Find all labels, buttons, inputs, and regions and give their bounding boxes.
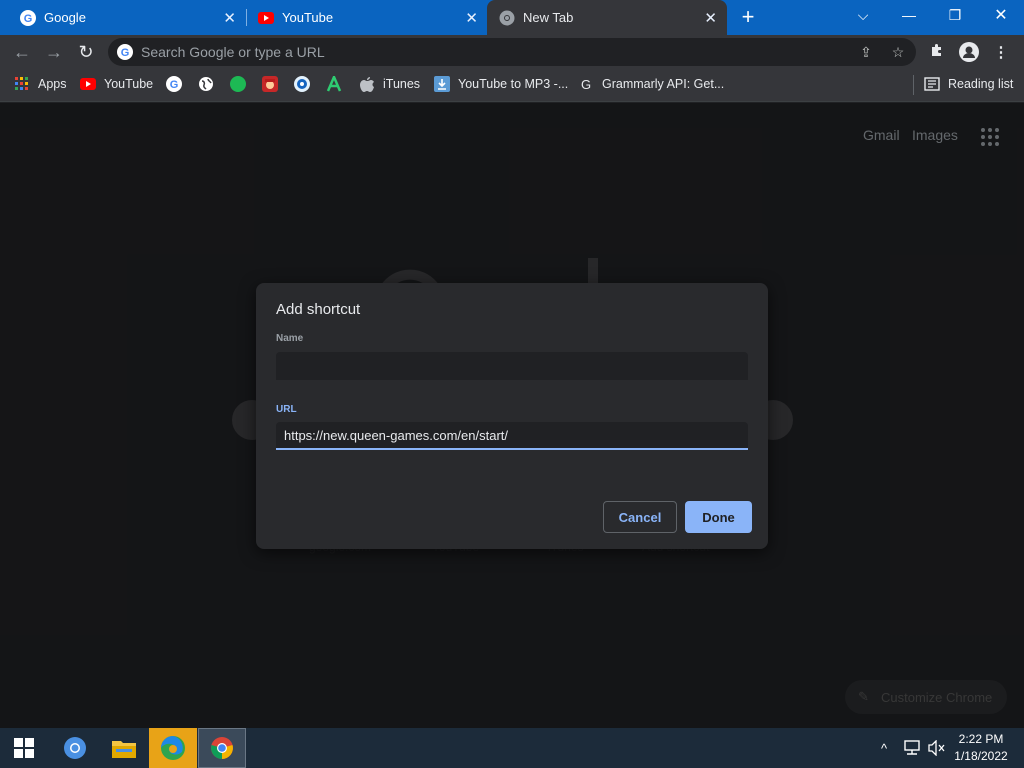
bookmarks-divider xyxy=(913,75,914,95)
tab-title: New Tab xyxy=(523,10,574,25)
address-input[interactable] xyxy=(141,43,821,61)
tab-title: YouTube xyxy=(282,10,334,25)
google-icon: G xyxy=(117,44,133,65)
youtube-icon xyxy=(258,10,274,26)
svg-text:G: G xyxy=(170,79,179,91)
url-field[interactable] xyxy=(276,422,748,450)
close-icon[interactable]: ✕ xyxy=(978,0,1024,30)
restore-icon[interactable]: ❐ xyxy=(932,0,978,30)
file-explorer-icon[interactable] xyxy=(100,728,148,768)
forward-arrow-icon[interactable]: → xyxy=(42,40,66,64)
back-arrow-icon[interactable]: ← xyxy=(10,40,34,64)
chrome-icon[interactable] xyxy=(198,728,246,768)
apple-icon xyxy=(359,76,375,92)
tab-new-tab[interactable]: New Tab ✕ xyxy=(487,0,727,35)
tab-close-icon[interactable]: ✕ xyxy=(465,9,478,27)
windows-start-icon[interactable] xyxy=(0,728,48,768)
tab-close-icon[interactable]: ✕ xyxy=(223,9,236,27)
clock-date: 1/18/2022 xyxy=(954,749,1008,763)
done-button[interactable]: Done xyxy=(685,501,752,533)
reload-icon[interactable]: ↻ xyxy=(74,40,98,64)
bookmark-youtube[interactable]: YouTube xyxy=(80,69,153,99)
bookmark-grammarly[interactable]: G Grammarly API: Get... xyxy=(578,69,724,99)
chevron-up-icon[interactable]: ^ xyxy=(881,728,887,768)
edge-icon[interactable] xyxy=(149,728,197,768)
dialog-title: Add shortcut xyxy=(276,301,361,318)
tab-close-icon[interactable]: ✕ xyxy=(704,9,717,27)
bookmarks-bar: Apps YouTube G iTunes YouTube to MP3 -..… xyxy=(0,69,1024,102)
minimize-icon[interactable]: — xyxy=(886,0,932,30)
bookmark-label: Grammarly API: Get... xyxy=(602,77,725,91)
bookmark-label: YouTube to MP3 -... xyxy=(458,77,569,91)
url-label: URL xyxy=(276,404,297,415)
bookmark-google[interactable]: G xyxy=(166,69,190,99)
cancel-button[interactable]: Cancel xyxy=(603,501,677,533)
windows-taskbar: ^ 2:22 PM 1/18/2022 xyxy=(0,728,1024,768)
system-clock[interactable]: 2:22 PM 1/18/2022 xyxy=(948,731,1014,765)
youtube-icon xyxy=(80,76,96,92)
bookmark-blue-app[interactable] xyxy=(294,69,318,99)
omnibox[interactable]: G ⇪ ☆ xyxy=(108,38,916,66)
globe-icon xyxy=(198,76,214,92)
profile-avatar-icon[interactable] xyxy=(958,42,980,64)
svg-text:G: G xyxy=(581,77,591,92)
green-circle-icon xyxy=(230,76,246,92)
name-label: Name xyxy=(276,333,304,344)
share-icon[interactable]: ⇪ xyxy=(856,42,876,62)
bookmark-label: Apps xyxy=(38,77,67,91)
bookmark-label: YouTube xyxy=(104,77,154,91)
grammarly-icon: G xyxy=(578,76,594,92)
clock-time: 2:22 PM xyxy=(958,732,1004,746)
blue-app-icon xyxy=(294,76,310,92)
mario-icon xyxy=(262,76,278,92)
svg-text:G: G xyxy=(24,13,33,25)
apps-grid-icon xyxy=(14,76,30,92)
tab-strip: G Google ✕ YouTube ✕ New Tab ✕ + ⌵ — ❐ ✕ xyxy=(0,0,1024,35)
google-icon: G xyxy=(166,76,182,92)
add-shortcut-dialog: Add shortcut Name URL Cancel Done xyxy=(256,283,768,549)
reading-list-icon xyxy=(924,76,940,92)
tab-google[interactable]: G Google ✕ xyxy=(0,0,246,35)
kebab-menu-icon[interactable]: ⋮ xyxy=(990,42,1012,64)
google-icon: G xyxy=(20,9,36,26)
tab-title: Google xyxy=(44,10,86,25)
extensions-puzzle-icon[interactable] xyxy=(926,42,948,64)
bookmark-green-a[interactable] xyxy=(326,69,350,99)
bookmark-globe[interactable] xyxy=(198,69,222,99)
bookmark-label: iTunes xyxy=(383,77,421,91)
bookmark-apps[interactable]: Apps xyxy=(14,69,67,99)
svg-text:G: G xyxy=(121,47,130,59)
reading-list-label: Reading list xyxy=(948,77,1014,91)
bookmark-green[interactable] xyxy=(230,69,254,99)
network-icon[interactable] xyxy=(903,728,921,768)
bookmark-star-icon[interactable]: ☆ xyxy=(888,42,908,62)
chromium-icon[interactable] xyxy=(51,728,99,768)
bookmark-mario[interactable] xyxy=(262,69,286,99)
tab-youtube[interactable]: YouTube ✕ xyxy=(238,0,488,35)
chrome-icon xyxy=(499,10,515,26)
new-tab-plus-icon[interactable]: + xyxy=(736,5,760,29)
volume-muted-icon[interactable] xyxy=(928,728,946,768)
green-a-icon xyxy=(326,76,342,92)
reading-list[interactable]: Reading list xyxy=(924,69,1013,99)
download-icon xyxy=(434,76,450,92)
chevron-down-icon[interactable]: ⌵ xyxy=(840,0,886,30)
bookmark-youtube-mp3[interactable]: YouTube to MP3 -... xyxy=(434,69,568,99)
bookmark-itunes[interactable]: iTunes xyxy=(359,69,420,99)
name-field[interactable] xyxy=(276,352,748,380)
name-input[interactable] xyxy=(276,352,748,380)
url-input[interactable] xyxy=(276,422,748,448)
